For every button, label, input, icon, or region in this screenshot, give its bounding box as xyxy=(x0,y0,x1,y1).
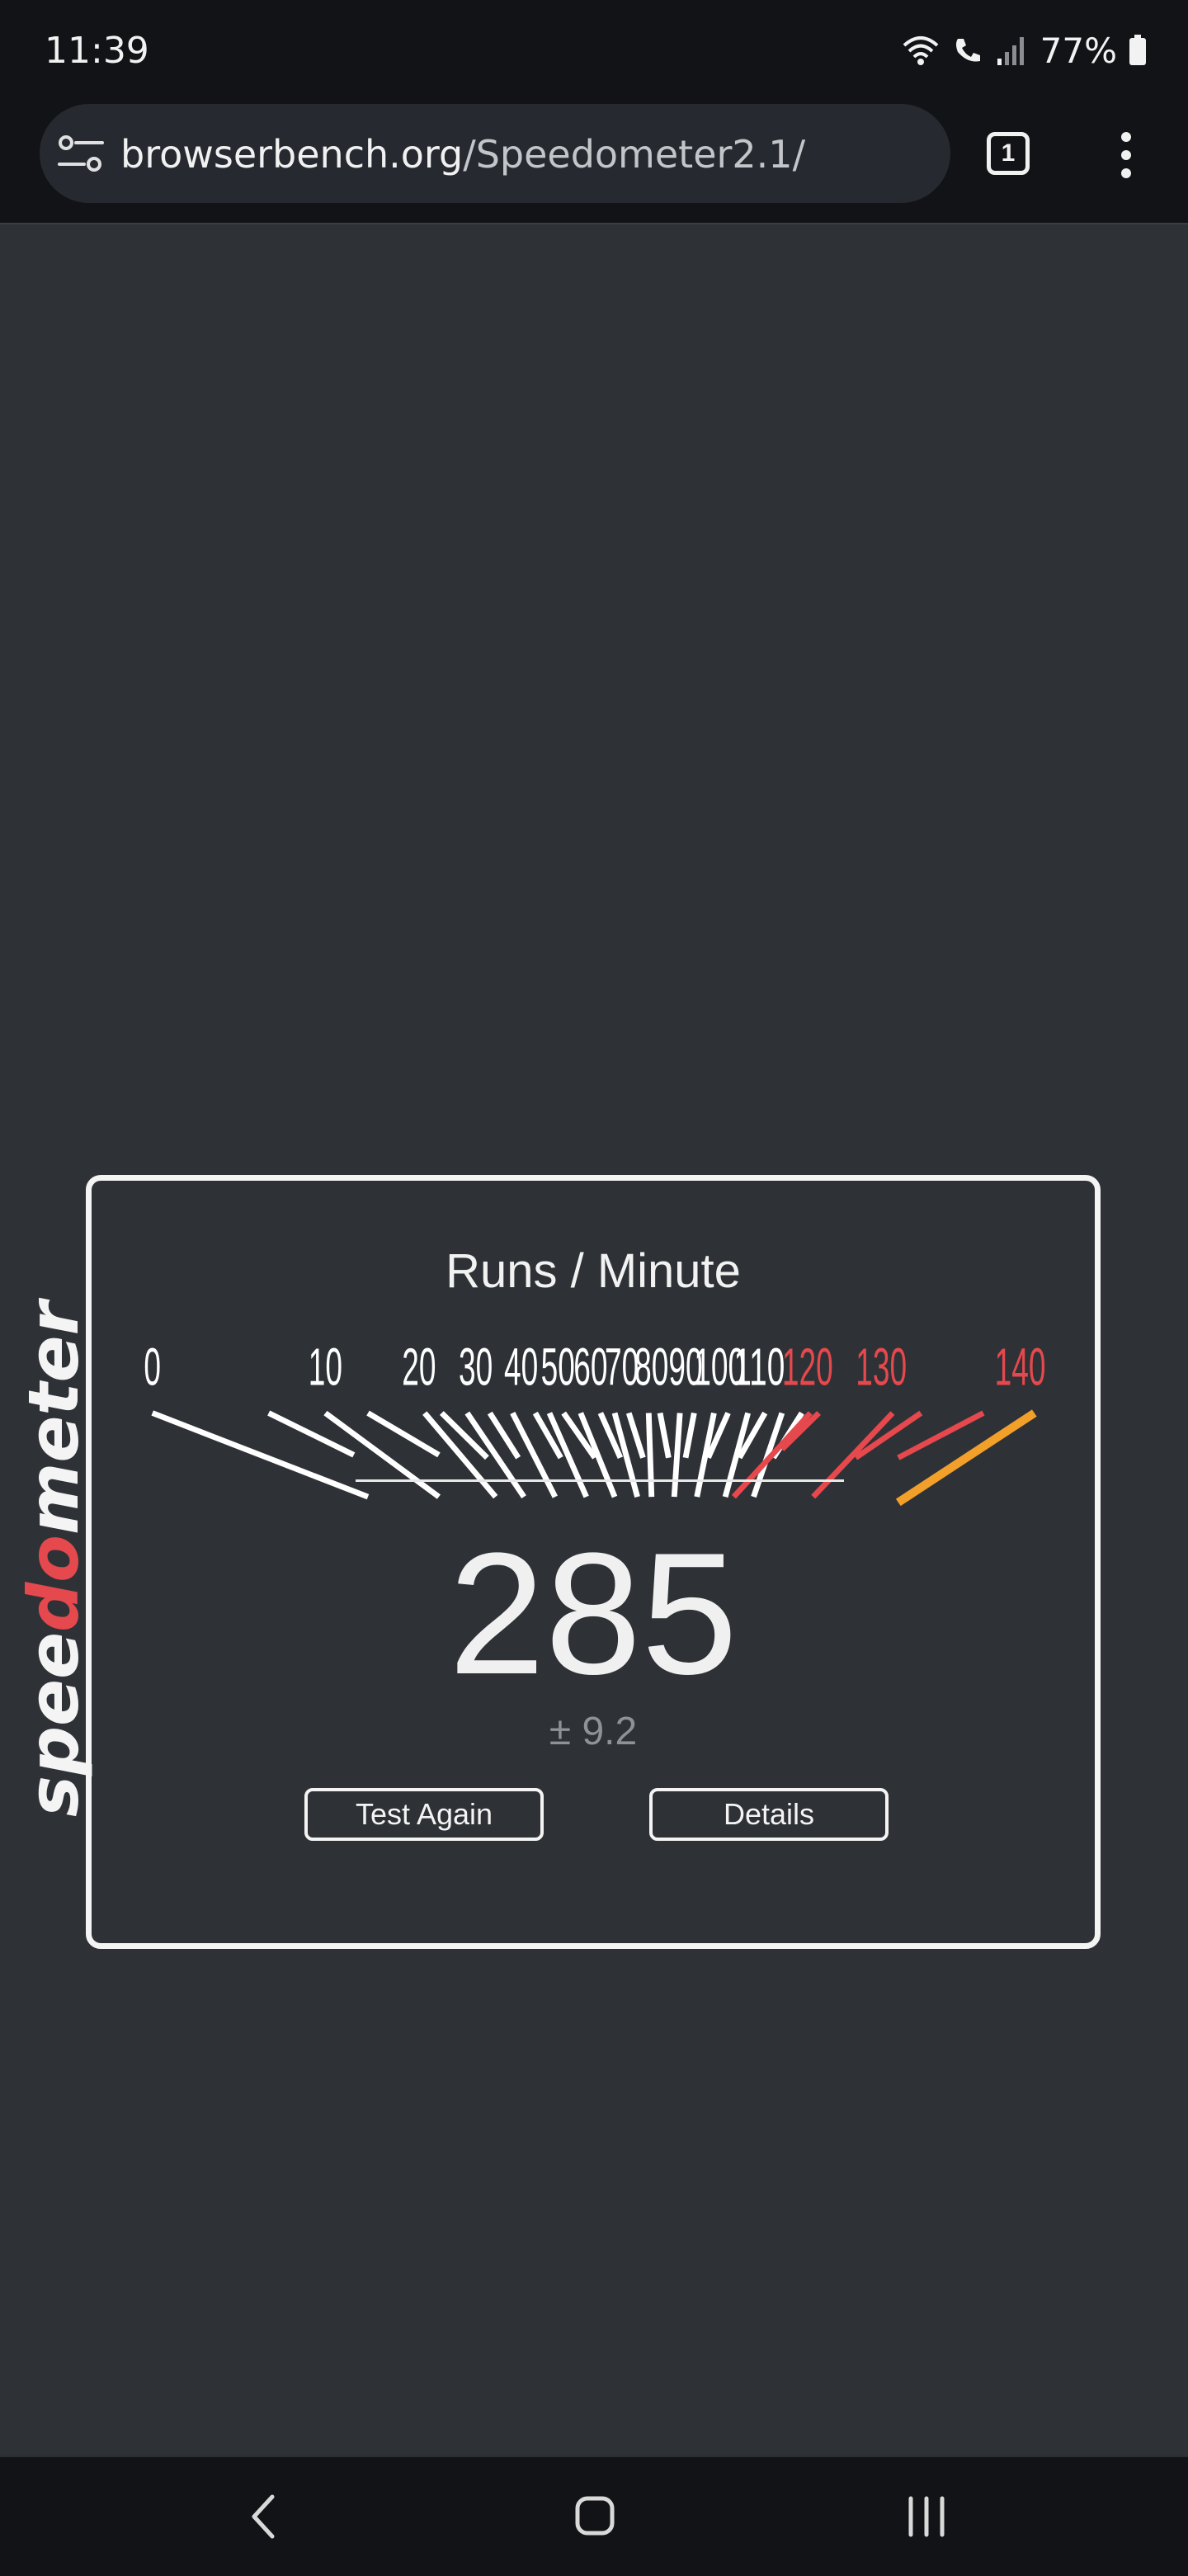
gauge-label-20: 20 xyxy=(402,1337,436,1396)
page-content: speedometer Runs / Minute 0 10 20 30 40 50 60 7… xyxy=(0,224,1188,2456)
gauge-danger-tick xyxy=(811,1411,895,1499)
gauge-tick xyxy=(546,1412,589,1498)
gauge-tick xyxy=(657,1412,672,1459)
logo-part-o: o xyxy=(13,1535,94,1583)
test-again-button[interactable]: Test Again xyxy=(304,1788,544,1841)
gauge-label-0: 0 xyxy=(144,1337,161,1396)
gauge-label-10: 10 xyxy=(309,1337,342,1396)
score-error: ± 9.2 xyxy=(549,1710,638,1753)
url-text[interactable]: browserbench.org/Speedometer2.1/ xyxy=(120,132,805,177)
gauge-label-40: 40 xyxy=(504,1337,538,1396)
browser-toolbar: browserbench.org/Speedometer2.1/ 1 xyxy=(0,99,1188,224)
gauge-tick xyxy=(151,1410,370,1500)
results-panel: Runs / Minute 0 10 20 30 40 50 60 70 80 90 100 110 1… xyxy=(86,1175,1101,1949)
gauge-tick xyxy=(578,1412,618,1498)
gauge-label-120: 120 xyxy=(782,1337,833,1396)
gauge-label-80: 80 xyxy=(634,1337,668,1396)
url-domain: browserbench.org xyxy=(120,132,464,177)
gauge-tick xyxy=(671,1413,683,1498)
status-bar: 11:39 77% xyxy=(0,0,1188,99)
more-vert-icon[interactable] xyxy=(1114,130,1138,180)
gauge-label-60: 60 xyxy=(573,1337,607,1396)
details-button[interactable]: Details xyxy=(649,1788,889,1841)
wifi-icon xyxy=(903,36,938,65)
tab-count: 1 xyxy=(1001,139,1016,167)
gauge-label-110: 110 xyxy=(733,1337,785,1396)
status-time: 11:39 xyxy=(45,30,149,72)
gauge-label-70: 70 xyxy=(605,1337,639,1396)
gauge-divider xyxy=(356,1479,844,1482)
battery-percentage: 77% xyxy=(1040,30,1117,71)
system-navigation-bar xyxy=(0,2456,1188,2576)
battery-icon xyxy=(1129,35,1146,65)
gauge-tick xyxy=(682,1412,697,1459)
gauge-needle xyxy=(895,1409,1037,1507)
speed-gauge: 0 10 20 30 40 50607080 90100110120 130 140 xyxy=(144,1337,1046,1507)
gauge-tick xyxy=(625,1412,646,1459)
speedometer-logo: speedometer xyxy=(13,1297,94,1817)
logo-part-meter: meter xyxy=(13,1297,94,1535)
score-value: 285 xyxy=(448,1517,738,1710)
url-path: /Speedometer2.1/ xyxy=(463,132,806,177)
signal-icon xyxy=(997,37,1024,65)
panel-title: Runs / Minute xyxy=(446,1244,741,1298)
logo-part-d: d xyxy=(13,1582,94,1632)
chevron-left-icon[interactable] xyxy=(236,2490,294,2543)
gauge-label-140: 140 xyxy=(995,1337,1046,1396)
gauge-tick xyxy=(645,1413,655,1498)
tab-switcher-button[interactable]: 1 xyxy=(987,132,1030,175)
tune-icon[interactable] xyxy=(58,132,104,175)
logo-part-spee: spee xyxy=(13,1632,94,1817)
gauge-tick xyxy=(267,1410,356,1458)
gauge-label-30: 30 xyxy=(459,1337,493,1396)
status-icons: 77% xyxy=(902,30,1147,71)
gauge-label-50: 50 xyxy=(541,1337,575,1396)
recents-icon[interactable] xyxy=(898,2490,955,2543)
wifi-calling-icon xyxy=(955,39,980,62)
svg-text:speedometer: speedometer xyxy=(13,1297,94,1817)
url-bar[interactable]: browserbench.org/Speedometer2.1/ xyxy=(40,104,950,203)
gauge-label-130: 130 xyxy=(856,1337,907,1396)
home-square-icon[interactable] xyxy=(566,2490,624,2543)
